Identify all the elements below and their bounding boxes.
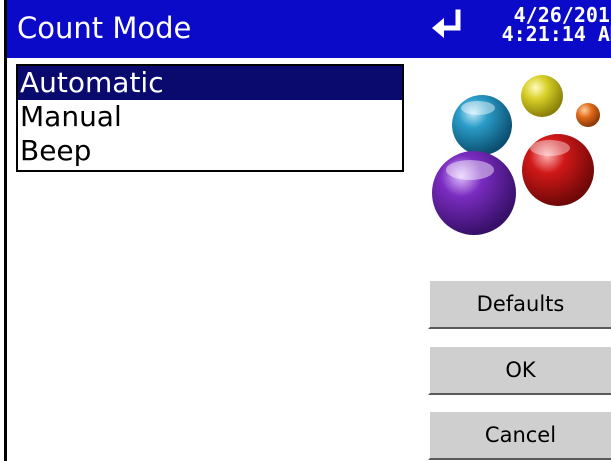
cancel-button[interactable]: Cancel [428,410,611,460]
title-bar: Count Mode 4/26/2010 4:21:14 AM [7,0,611,58]
list-item-manual[interactable]: Manual [18,100,402,134]
time-text: 4:21:14 AM [501,22,611,46]
list-item-beep[interactable]: Beep [18,134,402,168]
ok-button[interactable]: OK [428,345,611,395]
page-title: Count Mode [17,11,192,45]
window-left-border [4,0,7,461]
enter-return-icon [432,9,461,38]
defaults-button[interactable]: Defaults [428,279,611,329]
date-time-display: 4/26/2010 4:21:14 AM [482,5,611,46]
yellow-sphere [521,75,563,117]
colored-spheres-logo [432,75,600,235]
list-item-automatic[interactable]: Automatic [18,66,402,100]
count-mode-list[interactable]: Automatic Manual Beep [16,64,404,172]
orange-sphere [576,103,600,127]
